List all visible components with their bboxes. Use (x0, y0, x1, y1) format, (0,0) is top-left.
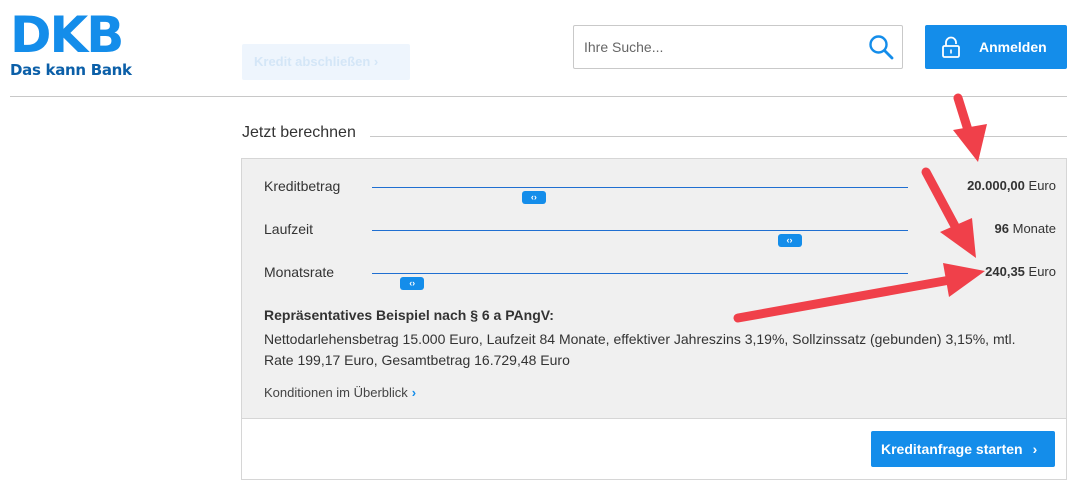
kredit-abschliessen-button[interactable]: Kredit abschließen › (242, 44, 410, 80)
example-text: Nettodarlehensbetrag 15.000 Euro, Laufze… (264, 331, 1016, 368)
conditions-link-label: Konditionen im Überblick (264, 385, 408, 400)
chevron-right-icon: › (1032, 441, 1038, 457)
monatsrate-slider-handle[interactable]: ‹› (400, 277, 425, 290)
lock-icon (942, 36, 960, 58)
annotation-arrowhead-1 (953, 124, 987, 162)
section-title: Jetzt berechnen (242, 124, 356, 141)
login-button[interactable]: Anmelden (925, 25, 1067, 69)
search-icon[interactable] (868, 34, 894, 60)
conditions-link[interactable]: Konditionen im Überblick › (264, 385, 416, 400)
laufzeit-unit: Monate (1012, 221, 1056, 236)
row-kreditbetrag: Kreditbetrag ‹› 20.000,00 Euro (242, 177, 1066, 204)
laufzeit-label: Laufzeit (264, 221, 314, 237)
laufzeit-slider-track[interactable]: ‹› (372, 230, 908, 247)
monatsrate-slider-track[interactable]: ‹› (372, 273, 908, 290)
laufzeit-amount: 96 (994, 221, 1009, 236)
logo-wordmark: DKB (10, 6, 124, 64)
kreditanfrage-starten-button[interactable]: Kreditanfrage starten › (871, 431, 1055, 467)
example-title: Repräsentatives Beispiel nach § 6 a PAng… (264, 307, 554, 323)
cta-label: Kreditanfrage starten (881, 441, 1023, 457)
credit-calculator-panel: Kreditbetrag ‹› 20.000,00 Euro Laufzeit … (241, 158, 1067, 480)
monatsrate-label: Monatsrate (264, 264, 335, 280)
row-monatsrate: Monatsrate ‹› 240,35 Euro (242, 263, 1066, 290)
monatsrate-value: 240,35 Euro (985, 264, 1056, 279)
calculator-body: Kreditbetrag ‹› 20.000,00 Euro Laufzeit … (242, 159, 1066, 419)
kreditbetrag-unit: Euro (1028, 178, 1056, 193)
annotation-arrow-1 (953, 93, 973, 135)
kreditbetrag-slider-handle[interactable]: ‹› (521, 191, 546, 204)
chevron-right-icon: › (411, 385, 417, 400)
monatsrate-amount: 240,35 (985, 264, 1025, 279)
kreditbetrag-value: 20.000,00 Euro (967, 178, 1056, 193)
kreditbetrag-slider-track[interactable]: ‹› (372, 187, 908, 204)
search-input[interactable] (574, 26, 844, 68)
search-box (573, 25, 903, 69)
monatsrate-unit: Euro (1028, 264, 1056, 279)
kreditbetrag-label: Kreditbetrag (264, 178, 341, 194)
login-label: Anmelden (979, 39, 1047, 55)
logo-tagline: Das kann Bank (10, 61, 132, 79)
laufzeit-slider-handle[interactable]: ‹› (777, 234, 802, 247)
header-divider (10, 96, 1067, 97)
row-laufzeit: Laufzeit ‹› 96 Monate (242, 220, 1066, 247)
section-divider (370, 136, 1067, 137)
kreditbetrag-amount: 20.000,00 (967, 178, 1025, 193)
laufzeit-value: 96 Monate (995, 221, 1056, 236)
dkb-logo[interactable]: DKB Das kann Bank (10, 6, 132, 79)
